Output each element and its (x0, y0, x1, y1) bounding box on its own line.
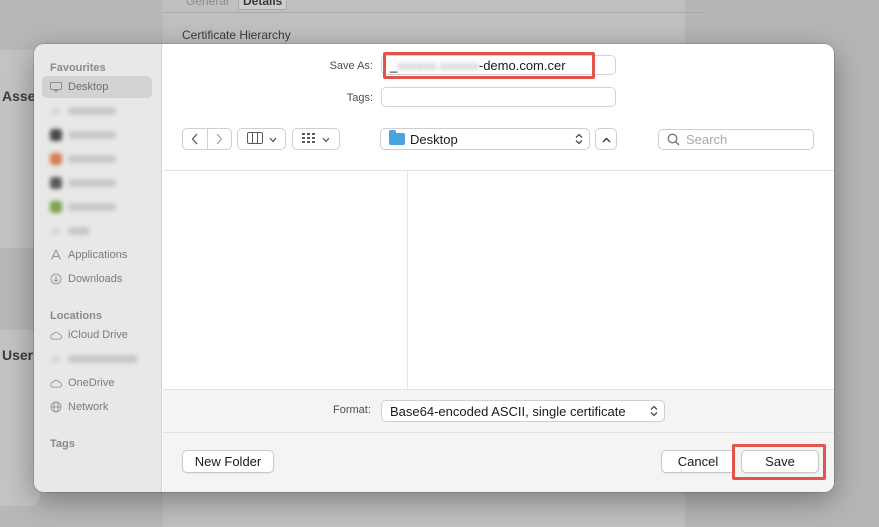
new-folder-button[interactable]: New Folder (182, 450, 274, 473)
chevron-up-icon (602, 132, 611, 146)
format-popup[interactable]: Base64-encoded ASCII, single certificate (381, 400, 665, 422)
sidebar-item-label: Downloads (68, 273, 123, 285)
search-placeholder: Search (686, 132, 728, 147)
redacted-label (68, 107, 116, 115)
cancel-button[interactable]: Cancel (661, 450, 735, 473)
folder-icon: ▭ (51, 225, 61, 237)
sidebar-item-redacted[interactable] (42, 172, 152, 194)
redacted-label (68, 131, 116, 139)
background-tab-general: General (186, 0, 229, 8)
column-divider (407, 171, 408, 389)
cloud-icon (50, 329, 62, 341)
sidebar-item-redacted[interactable]: ▭ (42, 220, 152, 242)
app-icon (50, 177, 62, 189)
sidebar-item-label: Desktop (68, 81, 109, 93)
background-tab-divider (163, 12, 705, 13)
sidebar-item-label: iCloud Drive (68, 329, 128, 341)
desktop-icon (50, 81, 62, 93)
sidebar-header-locations: Locations (50, 310, 102, 322)
save-as-field[interactable]: _ xxxxxx.xxxxxx -demo.com.cer (381, 55, 616, 75)
columns-view-icon (246, 131, 263, 147)
app-icon (50, 201, 62, 213)
sidebar-item-network[interactable]: Network (42, 396, 152, 418)
sidebar-item-redacted[interactable] (42, 148, 152, 170)
file-browser[interactable] (163, 170, 834, 390)
view-mode-button[interactable] (237, 128, 286, 150)
globe-icon (50, 401, 62, 413)
computer-icon: ▭ (51, 353, 61, 365)
format-label: Format: (333, 404, 371, 416)
updown-arrows-icon (650, 405, 658, 418)
sidebar-item-redacted[interactable]: ▭ (42, 348, 152, 370)
save-as-label: Save As: (329, 60, 373, 72)
sidebar-item-onedrive[interactable]: OneDrive (42, 372, 152, 394)
downloads-icon (50, 273, 62, 285)
background-label-assets: Asse (2, 88, 36, 104)
back-forward-control (182, 128, 232, 150)
app-icon (50, 129, 62, 141)
sidebar-item-redacted[interactable]: ▭ (42, 100, 152, 122)
sidebar-header-favourites: Favourites (50, 62, 106, 74)
cloud-icon (50, 377, 62, 389)
background-label-users: User (2, 347, 34, 363)
background-section-title: Certificate Hierarchy (182, 28, 291, 42)
save-dialog: Favourites Desktop ▭ ▭ Applications Down… (34, 44, 834, 492)
sidebar-item-desktop[interactable]: Desktop (42, 76, 152, 98)
expand-collapse-button[interactable] (595, 128, 617, 150)
redacted-label (68, 227, 90, 235)
save-as-value-redacted: xxxxxx.xxxxxx (397, 57, 479, 73)
location-label: Desktop (410, 131, 458, 147)
search-input[interactable]: Search (658, 129, 814, 150)
sidebar-item-redacted[interactable] (42, 124, 152, 146)
forward-button[interactable] (208, 129, 232, 149)
sidebar-header-tags: Tags (50, 438, 75, 450)
format-value: Base64-encoded ASCII, single certificate (390, 403, 626, 419)
sidebar-item-downloads[interactable]: Downloads (42, 268, 152, 290)
updown-arrows-icon (575, 133, 583, 146)
group-by-button[interactable] (292, 128, 340, 150)
sidebar: Favourites Desktop ▭ ▭ Applications Down… (34, 44, 162, 492)
back-button[interactable] (183, 129, 207, 149)
save-button[interactable]: Save (741, 450, 819, 473)
sidebar-item-applications[interactable]: Applications (42, 244, 152, 266)
dialog-main: Save As: _ xxxxxx.xxxxxx -demo.com.cer Tag… (163, 44, 834, 492)
tags-label: Tags: (346, 92, 373, 104)
grid-icon (302, 132, 316, 147)
chevron-down-icon (269, 132, 277, 146)
tags-field[interactable] (381, 87, 616, 107)
folder-icon (389, 130, 405, 145)
sidebar-item-icloud-drive[interactable]: iCloud Drive (42, 324, 152, 346)
redacted-label (68, 155, 116, 163)
chevron-down-icon (322, 132, 330, 146)
redacted-label (68, 203, 116, 211)
applications-icon (50, 249, 62, 261)
location-popup[interactable]: Desktop (380, 128, 590, 150)
sidebar-item-label: Applications (68, 249, 128, 261)
save-as-value-prefix: _ (390, 57, 398, 73)
sidebar-item-redacted[interactable] (42, 196, 152, 218)
folder-icon: ▭ (51, 105, 61, 117)
redacted-label (68, 179, 116, 187)
app-icon (50, 153, 62, 165)
sidebar-item-label: OneDrive (68, 377, 115, 389)
redacted-label (68, 355, 138, 363)
sidebar-item-label: Network (68, 401, 109, 413)
search-icon (667, 133, 680, 146)
background-tab-details: Details (238, 0, 288, 10)
save-as-value-suffix: -demo.com.cer (478, 57, 566, 73)
